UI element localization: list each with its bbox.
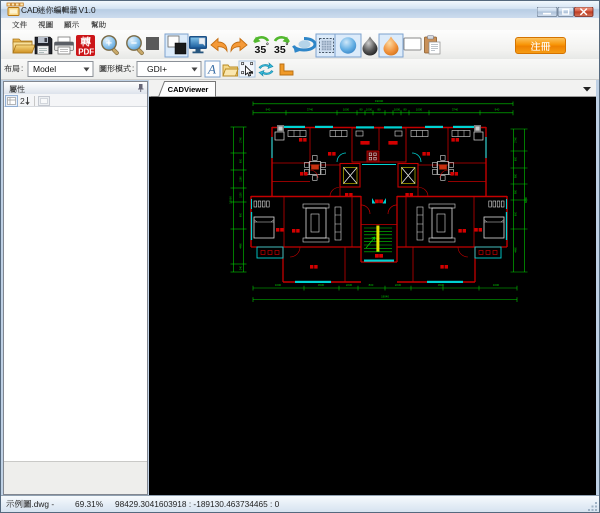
svg-text:4530: 4530 xyxy=(318,283,325,287)
svg-text:1000: 1000 xyxy=(366,108,373,112)
svg-text:°: ° xyxy=(286,42,289,50)
svg-text:1000: 1000 xyxy=(343,108,350,112)
svg-text:98429.3041603918 : -189130.463: 98429.3041603918 : -189130.463734465 : 0 xyxy=(115,499,280,509)
svg-text:69.31%: 69.31% xyxy=(75,499,104,509)
svg-text:4530: 4530 xyxy=(438,283,445,287)
svg-text:600: 600 xyxy=(515,156,518,161)
svg-text:3740: 3740 xyxy=(307,108,314,112)
svg-text:35: 35 xyxy=(255,44,267,56)
svg-text:240: 240 xyxy=(240,265,243,270)
svg-text:A: A xyxy=(207,62,216,77)
svg-text:4460: 4460 xyxy=(240,243,243,249)
svg-text::: : xyxy=(21,64,23,73)
svg-text:+: + xyxy=(106,37,112,49)
svg-text:1160: 1160 xyxy=(240,176,243,182)
svg-text:V1.0: V1.0 xyxy=(79,5,96,15)
svg-text:°: ° xyxy=(266,42,269,50)
svg-text:13060: 13060 xyxy=(229,196,233,204)
svg-text:35: 35 xyxy=(274,44,286,56)
svg-text:2230: 2230 xyxy=(395,283,402,287)
svg-text:Model: Model xyxy=(33,64,56,74)
svg-text:800: 800 xyxy=(369,283,374,287)
svg-text:80: 80 xyxy=(377,108,381,112)
svg-text:1000: 1000 xyxy=(416,108,423,112)
svg-text:80: 80 xyxy=(403,108,407,112)
svg-text:2230: 2230 xyxy=(346,283,353,287)
svg-text:980: 980 xyxy=(515,189,518,194)
svg-text:980: 980 xyxy=(515,173,518,178)
svg-text:600: 600 xyxy=(240,212,243,217)
svg-text:19040: 19040 xyxy=(381,295,389,299)
svg-text:19040: 19040 xyxy=(375,99,384,103)
svg-text:8880: 8880 xyxy=(524,196,528,203)
svg-text:1600: 1600 xyxy=(275,283,282,287)
svg-text:.dwg -: .dwg - xyxy=(32,499,55,509)
svg-text:80: 80 xyxy=(359,108,363,112)
svg-text:4460: 4460 xyxy=(515,247,518,253)
svg-text:PDF: PDF xyxy=(78,48,94,57)
svg-text::: : xyxy=(132,64,134,73)
svg-text:CAD: CAD xyxy=(21,5,39,15)
svg-text:1000: 1000 xyxy=(394,108,401,112)
svg-text:940: 940 xyxy=(495,108,500,112)
svg-text:2740: 2740 xyxy=(515,137,518,143)
svg-text:2: 2 xyxy=(20,96,25,106)
svg-text:GDI+: GDI+ xyxy=(147,64,167,74)
svg-text:1600: 1600 xyxy=(493,283,500,287)
svg-text:−: − xyxy=(131,37,137,49)
svg-text:940: 940 xyxy=(266,108,271,112)
svg-text:600: 600 xyxy=(515,211,518,216)
svg-text:2740: 2740 xyxy=(240,137,243,143)
svg-text:600: 600 xyxy=(240,158,243,163)
svg-text:3740: 3740 xyxy=(452,108,459,112)
svg-text:1100: 1100 xyxy=(240,192,243,198)
